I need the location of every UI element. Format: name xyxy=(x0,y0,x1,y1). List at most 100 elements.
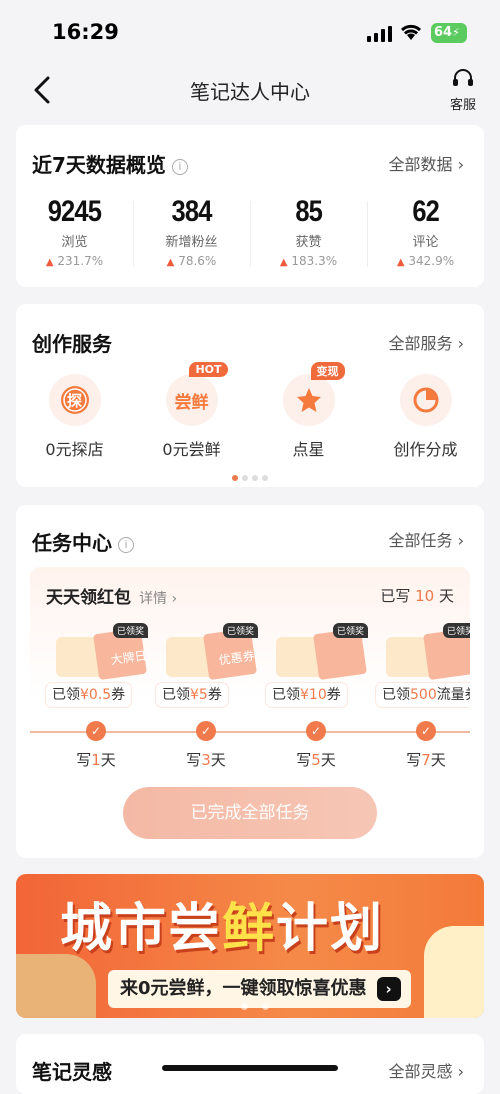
all-data-link[interactable]: 全部数据 › xyxy=(389,151,465,175)
stats-row: 9245 浏览 ▲ 231.7% 384 新增粉丝 ▲ 78.6% 85 获赞 … xyxy=(16,195,484,275)
stat-name: 浏览 xyxy=(61,235,88,250)
all-tasks-link[interactable]: 全部任务 › xyxy=(389,527,465,551)
carousel-dot xyxy=(262,1003,269,1010)
stat-value: 384 xyxy=(171,195,212,228)
stat-name: 新增粉丝 xyxy=(165,235,218,250)
day-label: 写5天 xyxy=(296,751,336,769)
flower-image xyxy=(424,926,484,1018)
carousel-dots xyxy=(16,466,484,485)
monetize-badge: 变现 xyxy=(310,362,345,380)
overview-title-row: 近7天数据概览 i xyxy=(32,149,188,178)
service-star[interactable]: 变现 点星 xyxy=(250,362,367,460)
service-revenue-share[interactable]: 创作分成 xyxy=(367,374,484,460)
redpack-title: 天天领红包 xyxy=(46,588,131,608)
carousel-dot xyxy=(252,475,258,481)
reward-item[interactable]: 已领奖 已领¥10券 xyxy=(266,623,368,711)
stat-value: 85 xyxy=(295,195,323,228)
all-tasks-done-button[interactable]: 已完成全部任务 xyxy=(123,787,377,839)
day-label: 写1天 xyxy=(76,751,116,769)
carousel-dot xyxy=(242,475,248,481)
pie-chart-icon xyxy=(399,374,452,426)
carousel-dot xyxy=(241,1003,248,1010)
checkmark-icon: ✓ xyxy=(306,721,326,741)
hot-badge: HOT xyxy=(189,362,228,377)
carousel-dot xyxy=(232,475,238,481)
stat-value: 62 xyxy=(412,195,440,228)
stat-change: ▲ 342.9% xyxy=(396,254,455,268)
day-label: 写7天 xyxy=(406,751,446,769)
customer-service-button[interactable]: 客服 xyxy=(446,68,480,113)
day-label: 写3天 xyxy=(186,751,226,769)
info-icon[interactable]: i xyxy=(118,536,134,553)
customer-service-label: 客服 xyxy=(449,98,476,113)
reward-tag: 已领¥5券 xyxy=(156,683,228,707)
banner-title: 城市尝鲜计划 xyxy=(60,899,385,959)
overview-title: 近7天数据概览 xyxy=(32,153,166,177)
food-image xyxy=(16,954,96,1018)
reward-item[interactable]: 大牌日 已领奖 已领¥0.5券 xyxy=(46,623,148,711)
battery-icon: 64⚡ xyxy=(431,23,467,43)
service-visit-store[interactable]: 探 0元探店 xyxy=(16,374,133,460)
stat-new-fans[interactable]: 384 新增粉丝 ▲ 78.6% xyxy=(133,195,250,275)
chevron-right-icon: › xyxy=(376,977,401,1001)
up-triangle-icon: ▲ xyxy=(396,257,405,268)
all-inspiration-link[interactable]: 全部灵感 › xyxy=(389,1058,465,1082)
rewards-row: 大牌日 已领奖 已领¥0.5券 优惠券 已领奖 已领¥5券 已领奖 已领¥10券… xyxy=(30,623,470,713)
navbar: 笔记达人中心 客服 xyxy=(0,64,500,120)
status-time: 16:29 xyxy=(52,20,119,44)
wifi-icon xyxy=(400,24,422,40)
service-label: 0元探店 xyxy=(45,440,104,459)
redpack-title-row: 天天领红包 详情 › xyxy=(46,583,177,608)
checkmark-icon: ✓ xyxy=(196,721,216,741)
claimed-badge: 已领奖 xyxy=(112,623,148,638)
service-label: 创作分成 xyxy=(393,440,458,459)
tasks-title-row: 任务中心 i xyxy=(32,527,134,556)
service-try-fresh[interactable]: 尝鲜 HOT 0元尝鲜 xyxy=(133,362,250,460)
redpack-detail-link[interactable]: 详情 › xyxy=(139,591,177,607)
stat-name: 获赞 xyxy=(295,235,322,250)
checkmark-icon: ✓ xyxy=(86,721,106,741)
status-bar: 16:29 64⚡ xyxy=(0,0,500,64)
reward-tag: 已领¥0.5券 xyxy=(46,683,132,707)
stat-views[interactable]: 9245 浏览 ▲ 231.7% xyxy=(16,195,133,275)
city-try-fresh-banner[interactable]: 城市尝鲜计划 来0元尝鲜，一键领取惊喜优惠 › xyxy=(16,874,484,1018)
stat-comments[interactable]: 62 评论 ▲ 342.9% xyxy=(367,195,484,275)
visit-store-icon: 探 xyxy=(48,374,101,426)
reward-tag: 已领¥10券 xyxy=(266,683,347,707)
inspiration-title: 笔记灵感 xyxy=(32,1060,112,1084)
all-services-link[interactable]: 全部服务 › xyxy=(389,330,465,354)
stat-change: ▲ 78.6% xyxy=(166,254,217,268)
claimed-badge: 已领奖 xyxy=(442,623,470,638)
battery-level: 64 xyxy=(434,25,453,40)
task-center-card: 任务中心 i 全部任务 › 天天领红包 详情 › 已写 10 天 大牌日 已领奖 已… xyxy=(16,505,484,858)
carousel-dot xyxy=(262,475,268,481)
written-days: 已写 10 天 xyxy=(380,587,454,605)
try-fresh-glyph: 尝鲜 xyxy=(174,392,209,413)
service-label: 0元尝鲜 xyxy=(162,440,221,459)
checkmark-icon: ✓ xyxy=(416,721,436,741)
claimed-badge: 已领奖 xyxy=(332,623,368,638)
home-indicator[interactable] xyxy=(162,1065,338,1071)
reward-item[interactable]: 优惠券 已领奖 已领¥5券 xyxy=(156,623,258,711)
data-overview-card: 近7天数据概览 i 全部数据 › 9245 浏览 ▲ 231.7% 384 新增粉… xyxy=(16,125,484,287)
page-title: 笔记达人中心 xyxy=(190,80,310,104)
stat-likes[interactable]: 85 获赞 ▲ 183.3% xyxy=(250,195,367,275)
services-title: 创作服务 xyxy=(32,332,112,356)
creation-services-card: 创作服务 全部服务 › 探 0元探店 尝鲜 HOT 0元尝鲜 变现 点星 创作分… xyxy=(16,304,484,487)
reward-item[interactable]: 已领奖 已领500流量券 xyxy=(376,623,470,711)
stat-value: 9245 xyxy=(47,195,102,228)
stat-name: 评论 xyxy=(412,235,439,250)
banner-dots xyxy=(234,995,276,1014)
up-triangle-icon: ▲ xyxy=(166,257,175,268)
up-triangle-icon: ▲ xyxy=(279,257,288,268)
info-icon[interactable]: i xyxy=(171,158,188,175)
stat-change: ▲ 183.3% xyxy=(279,254,338,268)
signal-icon xyxy=(367,26,392,42)
service-label: 点星 xyxy=(292,440,325,459)
star-icon: 变现 xyxy=(282,362,345,426)
up-triangle-icon: ▲ xyxy=(45,257,54,268)
tasks-title: 任务中心 xyxy=(32,531,112,555)
try-fresh-icon: 尝鲜 HOT xyxy=(165,362,228,426)
claimed-badge: 已领奖 xyxy=(222,623,258,638)
stat-change: ▲ 231.7% xyxy=(45,254,104,268)
